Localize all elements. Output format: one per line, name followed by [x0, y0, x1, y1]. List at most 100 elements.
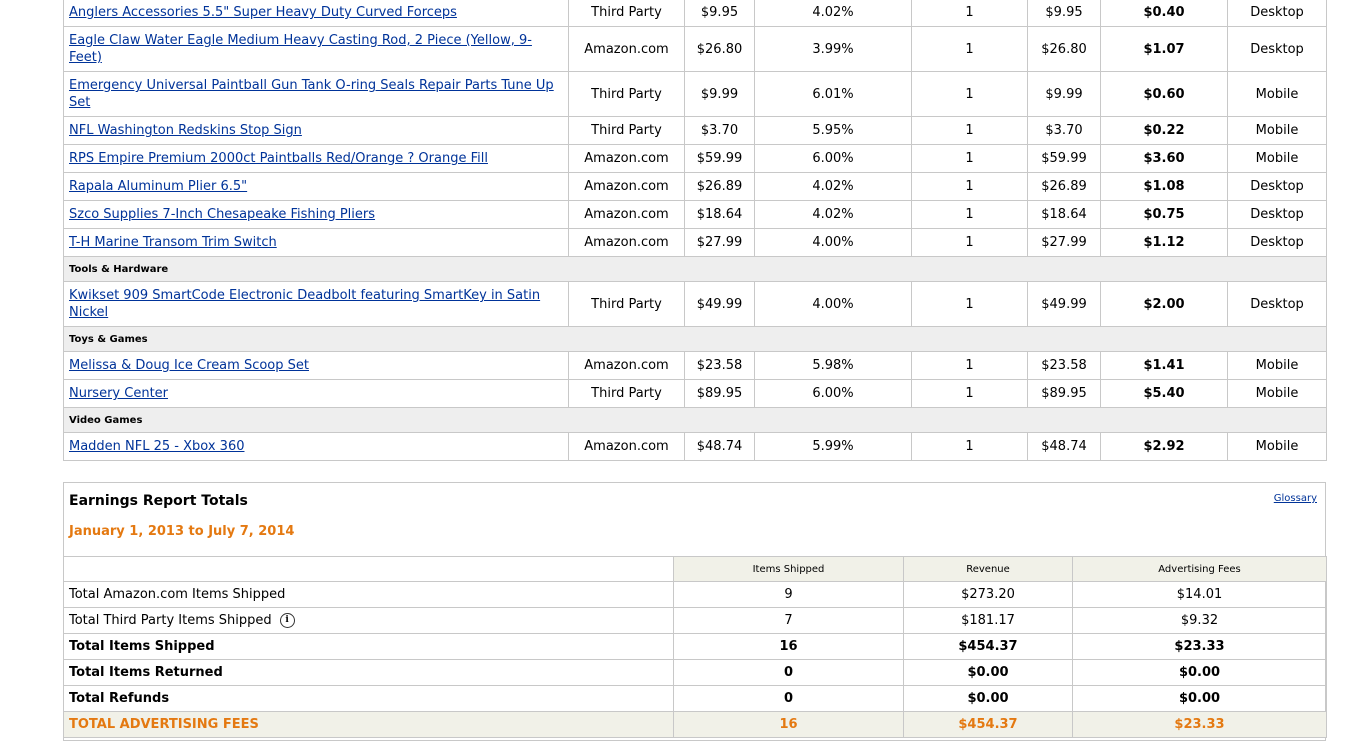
revenue-total-cell: $273.20 [903, 581, 1073, 608]
fee-rate-cell: 5.99% [754, 432, 912, 461]
product-name-link[interactable]: NFL Washington Redskins Stop Sign [69, 123, 302, 138]
totals-row-label-cell: Total Items Shipped [63, 633, 674, 660]
totals-row-label-cell: TOTAL ADVERTISING FEES [63, 711, 674, 738]
price-cell: $49.99 [684, 281, 755, 327]
product-name-link[interactable]: Anglers Accessories 5.5" Super Heavy Dut… [69, 5, 457, 20]
device-cell: Mobile [1227, 144, 1327, 173]
quantity-cell: 1 [911, 116, 1028, 145]
product-name-cell: Emergency Universal Paintball Gun Tank O… [63, 71, 569, 117]
totals-row-label-cell: Total Items Returned [63, 659, 674, 686]
product-name-link[interactable]: Nursery Center [69, 386, 168, 401]
product-name-link[interactable]: Madden NFL 25 - Xbox 360 [69, 439, 244, 454]
product-name-cell: Melissa & Doug Ice Cream Scoop Set [63, 351, 569, 380]
product-name-link[interactable]: Melissa & Doug Ice Cream Scoop Set [69, 358, 309, 373]
price-cell: $9.95 [684, 0, 755, 27]
revenue-total-cell: $454.37 [903, 633, 1073, 660]
items-shipped-cell: 7 [673, 607, 904, 634]
totals-row-label-cell: Total Refunds [63, 685, 674, 712]
totals-row-label: Total Refunds [69, 691, 170, 706]
revenue-cell: $3.70 [1027, 116, 1101, 145]
quantity-cell: 1 [911, 71, 1028, 117]
category-label: Video Games [63, 407, 1327, 433]
product-name-link[interactable]: T-H Marine Transom Trim Switch [69, 235, 277, 250]
quantity-cell: 1 [911, 379, 1028, 408]
price-cell: $23.58 [684, 351, 755, 380]
item-row: T-H Marine Transom Trim Switch Amazon.com… [63, 228, 1327, 257]
device-cell: Desktop [1227, 0, 1327, 27]
totals-row-label: TOTAL ADVERTISING FEES [69, 717, 259, 732]
totals-row-label: Total Amazon.com Items Shipped [69, 587, 286, 602]
advertising-fee-cell: $0.60 [1100, 71, 1228, 117]
product-name-link[interactable]: Emergency Universal Paintball Gun Tank O… [69, 78, 554, 110]
seller-cell: Amazon.com [568, 432, 685, 461]
item-row: Melissa & Doug Ice Cream Scoop Set Amazon… [63, 351, 1327, 380]
advertising-fee-cell: $1.12 [1100, 228, 1228, 257]
header-items-shipped: Items Shipped [673, 556, 904, 582]
price-cell: $27.99 [684, 228, 755, 257]
quantity-cell: 1 [911, 432, 1028, 461]
fee-rate-cell: 4.02% [754, 0, 912, 27]
item-row: RPS Empire Premium 2000ct Paintballs Red… [63, 144, 1327, 173]
device-cell: Desktop [1227, 228, 1327, 257]
advertising-fees-cell: $23.33 [1072, 711, 1327, 738]
revenue-cell: $27.99 [1027, 228, 1101, 257]
glossary-link[interactable]: Glossary [1274, 493, 1317, 504]
quantity-cell: 1 [911, 172, 1028, 201]
items-shipped-cell: 16 [673, 633, 904, 660]
revenue-cell: $23.58 [1027, 351, 1101, 380]
price-cell: $48.74 [684, 432, 755, 461]
product-name-link[interactable]: Rapala Aluminum Plier 6.5" [69, 179, 247, 194]
category-label: Toys & Games [63, 326, 1327, 352]
quantity-cell: 1 [911, 281, 1028, 327]
advertising-fees-cell: $0.00 [1072, 659, 1327, 686]
product-name-cell: Anglers Accessories 5.5" Super Heavy Dut… [63, 0, 569, 27]
product-name-cell: Szco Supplies 7-Inch Chesapeake Fishing … [63, 200, 569, 229]
info-icon[interactable]: i [279, 613, 295, 628]
totals-row: Total Items Shipped 16 $454.37 $23.33 [63, 633, 1327, 660]
product-name-link[interactable]: Szco Supplies 7-Inch Chesapeake Fishing … [69, 207, 375, 222]
items-shipped-cell: 16 [673, 711, 904, 738]
product-name-cell: NFL Washington Redskins Stop Sign [63, 116, 569, 145]
items-shipped-cell: 0 [673, 659, 904, 686]
item-row: Anglers Accessories 5.5" Super Heavy Dut… [63, 0, 1327, 27]
product-name-link[interactable]: Kwikset 909 SmartCode Electronic Deadbol… [69, 288, 540, 320]
advertising-fee-cell: $2.92 [1100, 432, 1228, 461]
product-name-cell: Rapala Aluminum Plier 6.5" [63, 172, 569, 201]
device-cell: Desktop [1227, 281, 1327, 327]
item-row: Eagle Claw Water Eagle Medium Heavy Cast… [63, 26, 1327, 72]
seller-cell: Amazon.com [568, 172, 685, 201]
fee-rate-cell: 4.00% [754, 281, 912, 327]
product-name-link[interactable]: RPS Empire Premium 2000ct Paintballs Red… [69, 151, 488, 166]
fee-rate-cell: 6.00% [754, 379, 912, 408]
totals-row-label: Total Third Party Items Shipped [69, 613, 272, 628]
quantity-cell: 1 [911, 0, 1028, 27]
product-name-link[interactable]: Eagle Claw Water Eagle Medium Heavy Cast… [69, 33, 532, 65]
quantity-cell: 1 [911, 144, 1028, 173]
category-header-row: Video Games [63, 407, 1327, 433]
fee-rate-cell: 6.00% [754, 144, 912, 173]
price-cell: $9.99 [684, 71, 755, 117]
fee-rate-cell: 6.01% [754, 71, 912, 117]
fee-rate-cell: 5.98% [754, 351, 912, 380]
product-name-cell: Madden NFL 25 - Xbox 360 [63, 432, 569, 461]
totals-row: Total Amazon.com Items Shipped 9 $273.20 $1… [63, 581, 1327, 608]
advertising-fee-cell: $5.40 [1100, 379, 1228, 408]
quantity-cell: 1 [911, 200, 1028, 229]
revenue-cell: $59.99 [1027, 144, 1101, 173]
item-row: NFL Washington Redskins Stop Sign Third P… [63, 116, 1327, 145]
device-cell: Desktop [1227, 200, 1327, 229]
seller-cell: Amazon.com [568, 228, 685, 257]
totals-row: TOTAL ADVERTISING FEES 16 $454.37 $23.33 [63, 711, 1327, 738]
revenue-cell: $49.99 [1027, 281, 1101, 327]
advertising-fee-cell: $0.22 [1100, 116, 1228, 145]
seller-cell: Amazon.com [568, 351, 685, 380]
totals-row-label: Total Items Returned [69, 665, 223, 680]
quantity-cell: 1 [911, 351, 1028, 380]
revenue-total-cell: $454.37 [903, 711, 1073, 738]
advertising-fee-cell: $1.08 [1100, 172, 1228, 201]
totals-table: Items Shipped Revenue Advertising Fees T… [63, 556, 1327, 738]
quantity-cell: 1 [911, 228, 1028, 257]
product-name-cell: Nursery Center [63, 379, 569, 408]
product-name-cell: T-H Marine Transom Trim Switch [63, 228, 569, 257]
product-name-cell: RPS Empire Premium 2000ct Paintballs Red… [63, 144, 569, 173]
